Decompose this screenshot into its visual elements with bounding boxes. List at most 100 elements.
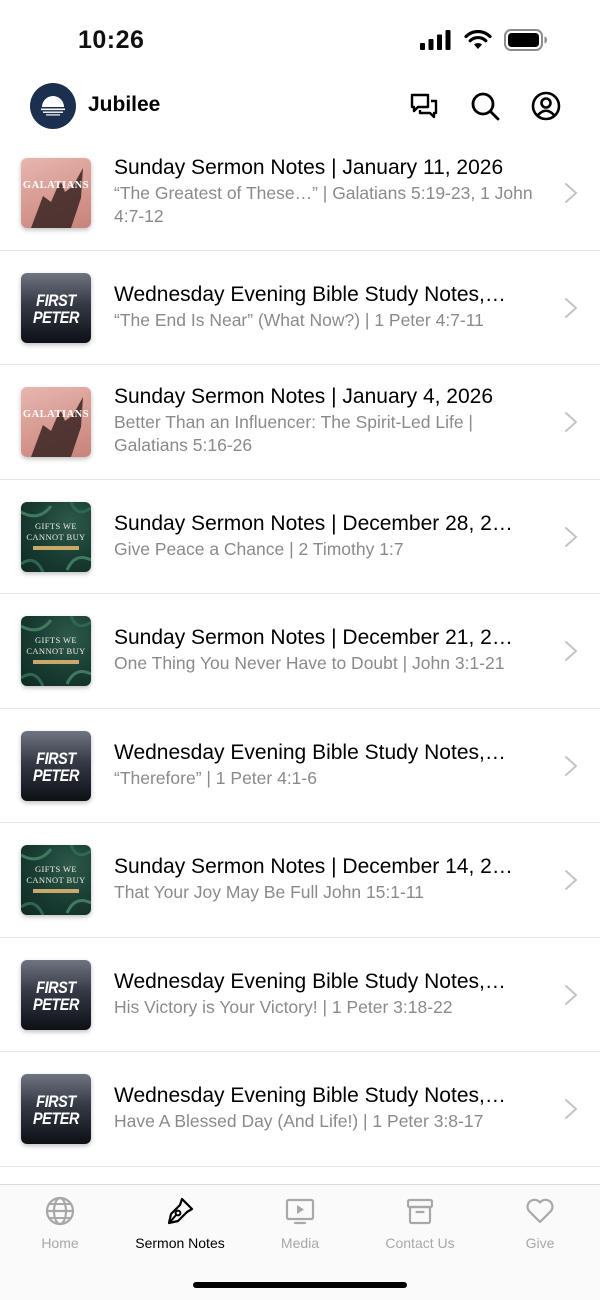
sermon-subtitle: His Victory is Your Victory! | 1 Peter 3… (114, 996, 453, 1017)
app-header: Jubilee (0, 80, 600, 136)
sermon-subtitle: Give Peace a Chance | 2 Timothy 1:7 (114, 538, 404, 559)
sermon-text-block: Sunday Sermon Notes | January 11, 2026 “T… (114, 155, 544, 228)
sermon-thumbnail: GALATIANS (21, 158, 91, 228)
sermon-list-item[interactable]: FIRST PETER Wednesday Evening Bible Study … (0, 709, 600, 823)
sermon-list-item[interactable]: FIRST PETER Wednesday Evening Bible Study … (0, 251, 600, 365)
sermon-text-block: Sunday Sermon Notes | December 14, 2… Tha… (114, 854, 544, 904)
tab-label: Contact Us (385, 1235, 455, 1251)
status-icons (420, 29, 548, 51)
sermon-subtitle: “The Greatest of These…” | Galatians 5:1… (114, 183, 533, 226)
home-indicator (193, 1282, 407, 1288)
chat-button[interactable] (408, 90, 440, 122)
chevron-right-icon (565, 641, 577, 661)
sermon-text-block: Sunday Sermon Notes | December 28, 2… Giv… (114, 511, 544, 561)
sermon-text-block: Wednesday Evening Bible Study Notes,… Hav… (114, 1083, 544, 1133)
sermon-text-block: Sunday Sermon Notes | January 4, 2026 Bet… (114, 384, 544, 457)
thumbnail-title: GALATIANS (22, 409, 90, 420)
thumbnail-title: GALATIANS (22, 180, 90, 191)
sermon-subtitle: Have A Blessed Day (And Life!) | 1 Peter… (114, 1111, 484, 1131)
sermon-list-item[interactable]: GIFTS WE CANNOT BUY Sunday Sermon Notes | … (0, 480, 600, 594)
thumbnail-title: GIFTS WE (34, 864, 77, 874)
sermon-thumbnail: FIRST PETER (21, 959, 91, 1030)
profile-button[interactable] (530, 90, 562, 122)
sermon-thumbnail: GIFTS WE CANNOT BUY (21, 501, 91, 572)
user-circle-icon (531, 91, 561, 121)
bottom-tab-bar: Home Sermon Notes Media Contact Us Give (0, 1184, 600, 1300)
search-button[interactable] (469, 90, 501, 122)
heart-icon (526, 1198, 554, 1224)
chevron-right-icon (565, 183, 577, 203)
globe-icon (45, 1196, 75, 1226)
thumbnail-title: FIRST (36, 977, 76, 997)
thumbnail-title: GIFTS WE (34, 635, 77, 645)
sermon-subtitle: Better Than an Influencer: The Spirit-Le… (114, 412, 473, 455)
thumbnail-title: FIRST (36, 290, 76, 310)
sermon-list-item[interactable]: FIRST PETER Wednesday Evening Bible Study … (0, 938, 600, 1052)
sermon-list-item[interactable]: FIRST PETER Wednesday Evening Bible Study … (0, 1052, 600, 1167)
sermon-thumbnail: FIRST PETER (21, 272, 91, 343)
sermon-list-item[interactable]: GIFTS WE CANNOT BUY Sunday Sermon Notes | … (0, 594, 600, 709)
thumbnail-title: PETER (32, 994, 80, 1014)
tab-label: Give (525, 1235, 555, 1251)
tab-home[interactable]: Home (0, 1185, 120, 1265)
tab-label: Media (280, 1235, 320, 1251)
sermon-thumbnail: FIRST PETER (21, 1074, 91, 1144)
thumbnail-title: GIFTS WE (34, 520, 77, 531)
thumbnail-banner (33, 660, 79, 664)
sermon-title: Wednesday Evening Bible Study Notes,… (114, 740, 506, 764)
status-bar: 10:26 (0, 0, 600, 80)
thumbnail-title: FIRST (36, 1092, 76, 1111)
tab-contact-us[interactable]: Contact Us (360, 1185, 480, 1265)
sermon-text-block: Sunday Sermon Notes | December 21, 2… One… (114, 625, 544, 675)
tab-sermon-notes[interactable]: Sermon Notes (120, 1185, 240, 1265)
sermon-title: Sunday Sermon Notes | January 11, 2026 (114, 156, 504, 179)
chevron-right-icon (565, 412, 577, 432)
sermon-title: Wednesday Evening Bible Study Notes,… (114, 1084, 506, 1107)
chevron-right-icon (565, 755, 577, 776)
logo-emblem-icon (41, 96, 65, 116)
sermon-text-block: Wednesday Evening Bible Study Notes,… “Th… (114, 740, 544, 790)
sermon-list-item[interactable]: GIFTS WE CANNOT BUY Sunday Sermon Notes | … (0, 823, 600, 938)
app-title: Jubilee (88, 93, 161, 116)
sermon-title: Sunday Sermon Notes | December 14, 2… (114, 855, 513, 878)
search-icon (471, 92, 500, 121)
sermon-title: Sunday Sermon Notes | December 28, 2… (114, 511, 513, 535)
chevron-right-icon (565, 526, 577, 547)
status-time: 10:26 (78, 26, 145, 54)
thumbnail-title: FIRST (36, 748, 76, 768)
tab-label: Home (41, 1235, 79, 1251)
pen-nib-icon (167, 1197, 194, 1225)
wifi-icon (464, 30, 492, 49)
sermon-title: Sunday Sermon Notes | December 21, 2… (114, 626, 513, 649)
video-play-icon (285, 1198, 315, 1225)
thumbnail-banner (33, 889, 79, 893)
chevron-right-icon (565, 297, 577, 318)
sermon-title: Wednesday Evening Bible Study Notes,… (114, 969, 506, 993)
chevron-right-icon (565, 984, 577, 1005)
sermon-title: Sunday Sermon Notes | January 4, 2026 (114, 385, 494, 408)
sermon-list-item[interactable]: GALATIANS Sunday Sermon Notes | January 4… (0, 365, 600, 480)
sermon-list-item[interactable]: GALATIANS Sunday Sermon Notes | January 1… (0, 136, 600, 251)
tab-media[interactable]: Media (240, 1185, 360, 1265)
cellular-signal-icon (420, 30, 451, 50)
sermon-title: Wednesday Evening Bible Study Notes,… (114, 282, 506, 306)
tab-label: Sermon Notes (135, 1235, 225, 1251)
sermon-notes-list: GALATIANS Sunday Sermon Notes | January 1… (0, 136, 600, 1184)
tab-give[interactable]: Give (480, 1185, 600, 1265)
thumbnail-title: PETER (32, 765, 80, 785)
sermon-subtitle: One Thing You Never Have to Doubt | John… (114, 653, 505, 673)
thumbnail-title: PETER (32, 307, 80, 327)
sermon-thumbnail: GIFTS WE CANNOT BUY (21, 616, 91, 686)
thumbnail-title: CANNOT BUY (26, 646, 86, 656)
thumbnail-title: CANNOT BUY (26, 531, 86, 542)
sermon-thumbnail: FIRST PETER (21, 730, 91, 801)
sermon-thumbnail: GIFTS WE CANNOT BUY (21, 845, 91, 915)
thumbnail-title: PETER (32, 1109, 80, 1128)
chevron-right-icon (565, 1099, 577, 1119)
sermon-text-block: Wednesday Evening Bible Study Notes,… His… (114, 969, 544, 1019)
thumbnail-title: CANNOT BUY (26, 875, 86, 885)
sermon-thumbnail: GALATIANS (21, 387, 91, 457)
battery-icon (504, 29, 547, 51)
thumbnail-banner (33, 545, 79, 550)
sermon-text-block: Wednesday Evening Bible Study Notes,… “Th… (114, 282, 544, 332)
